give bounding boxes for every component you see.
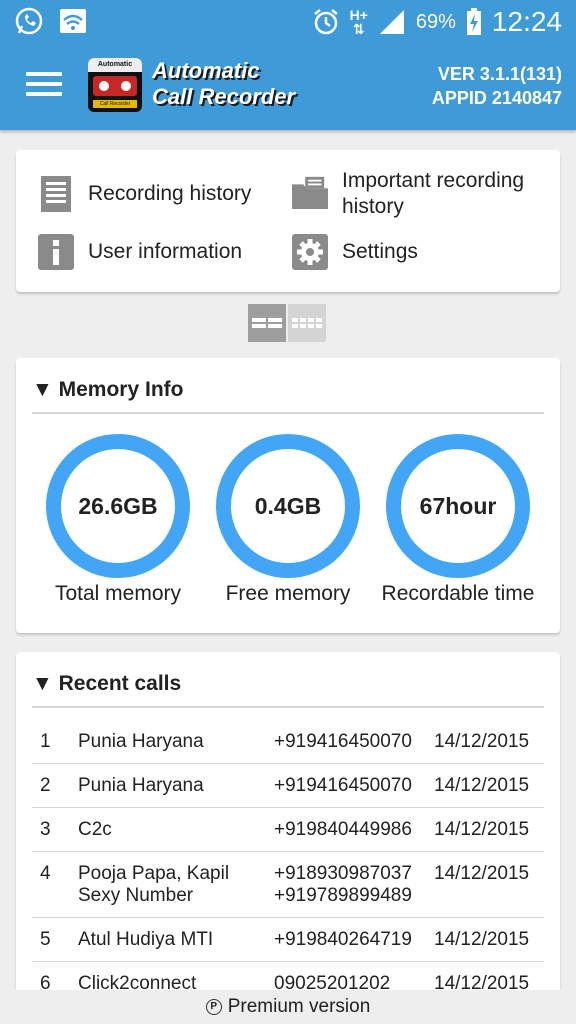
total-memory-value: 26.6GB xyxy=(78,492,158,519)
two-column-layout-icon[interactable] xyxy=(248,304,286,342)
app-title: Automatic Call Recorder xyxy=(152,58,296,109)
free-memory-value: 0.4GB xyxy=(254,492,322,519)
divider xyxy=(32,706,544,708)
recordable-time-value: 67hour xyxy=(419,492,497,519)
total-memory-label: Total memory xyxy=(54,582,182,605)
call-row[interactable]: 4 Pooja Papa, Kapil Sexy Number +9189309… xyxy=(32,852,544,918)
total-memory-gauge: 26.6GB xyxy=(46,434,190,578)
gear-icon xyxy=(292,234,328,270)
app-id-label: APPID 2140847 xyxy=(431,88,562,108)
app-bar: Automatic Call Recorder Automatic Call R… xyxy=(0,44,576,130)
call-row[interactable]: 2 Punia Haryana +919416450070 14/12/2015 xyxy=(32,764,544,808)
wifi-notification-icon xyxy=(60,9,86,33)
version-info: VER 3.1.1(131) APPID 2140847 xyxy=(432,62,562,110)
collapse-triangle-icon: ▼ xyxy=(32,672,59,695)
network-type: H+ ⇅ xyxy=(349,7,368,37)
memory-info-header[interactable]: ▼ Memory Info xyxy=(32,378,183,402)
settings-label: Settings xyxy=(342,240,418,263)
call-row[interactable]: 3 C2c +919840449986 14/12/2015 xyxy=(32,808,544,852)
settings-button[interactable]: Settings xyxy=(292,234,418,270)
recordable-time-label: Recordable time xyxy=(381,582,535,605)
document-list-icon xyxy=(38,176,74,212)
divider xyxy=(32,412,544,414)
clock: 12:24 xyxy=(491,6,562,37)
version-label: VER 3.1.1(131) xyxy=(437,64,562,84)
alarm-icon xyxy=(313,9,338,35)
premium-version-button[interactable]: P Premium version xyxy=(0,990,576,1024)
recent-calls-list: 1 Punia Haryana +919416450070 14/12/2015… xyxy=(32,720,544,1006)
important-recording-history-label: Important recording history xyxy=(342,169,525,218)
free-memory-gauge: 0.4GB xyxy=(216,434,360,578)
important-recording-history-button[interactable]: Important recording history xyxy=(292,168,552,220)
call-row[interactable]: 1 Punia Haryana +919416450070 14/12/2015 xyxy=(32,720,544,764)
status-bar: H+ ⇅ 69% 12:24 xyxy=(0,0,576,44)
premium-icon: P xyxy=(205,999,222,1015)
recording-history-label: Recording history xyxy=(88,182,252,205)
battery-percent: 69% xyxy=(415,10,456,33)
main-menu-card: Recording history Important recording hi… xyxy=(16,150,560,292)
cassette-icon xyxy=(93,76,137,96)
memory-info-card: ▼ Memory Info 26.6GB Total memory 0.4GB … xyxy=(16,358,560,633)
premium-version-label: Premium version xyxy=(227,996,371,1017)
recordable-time-gauge: 67hour xyxy=(386,434,530,578)
recent-calls-card: ▼ Recent calls 1 Punia Haryana +91941645… xyxy=(16,652,560,1024)
folder-icon xyxy=(292,174,328,210)
four-column-layout-icon[interactable] xyxy=(288,304,326,342)
recording-history-button[interactable]: Recording history xyxy=(38,176,251,212)
whatsapp-icon xyxy=(15,7,43,35)
app-logo: Automatic Call Recorder xyxy=(88,58,142,112)
collapse-triangle-icon: ▼ xyxy=(32,378,59,401)
user-information-button[interactable]: User information xyxy=(38,234,242,270)
free-memory-label: Free memory xyxy=(225,582,351,605)
data-arrows-icon: ⇅ xyxy=(352,21,365,37)
hamburger-menu-icon[interactable] xyxy=(26,72,62,102)
info-icon xyxy=(38,234,74,270)
recent-calls-header[interactable]: ▼ Recent calls xyxy=(32,672,181,696)
layout-toggle xyxy=(248,304,326,342)
user-information-label: User information xyxy=(88,240,243,263)
battery-charging-icon xyxy=(466,8,481,35)
call-row[interactable]: 5 Atul Hudiya MTI +919840264719 14/12/20… xyxy=(32,918,544,962)
signal-icon xyxy=(379,10,404,34)
